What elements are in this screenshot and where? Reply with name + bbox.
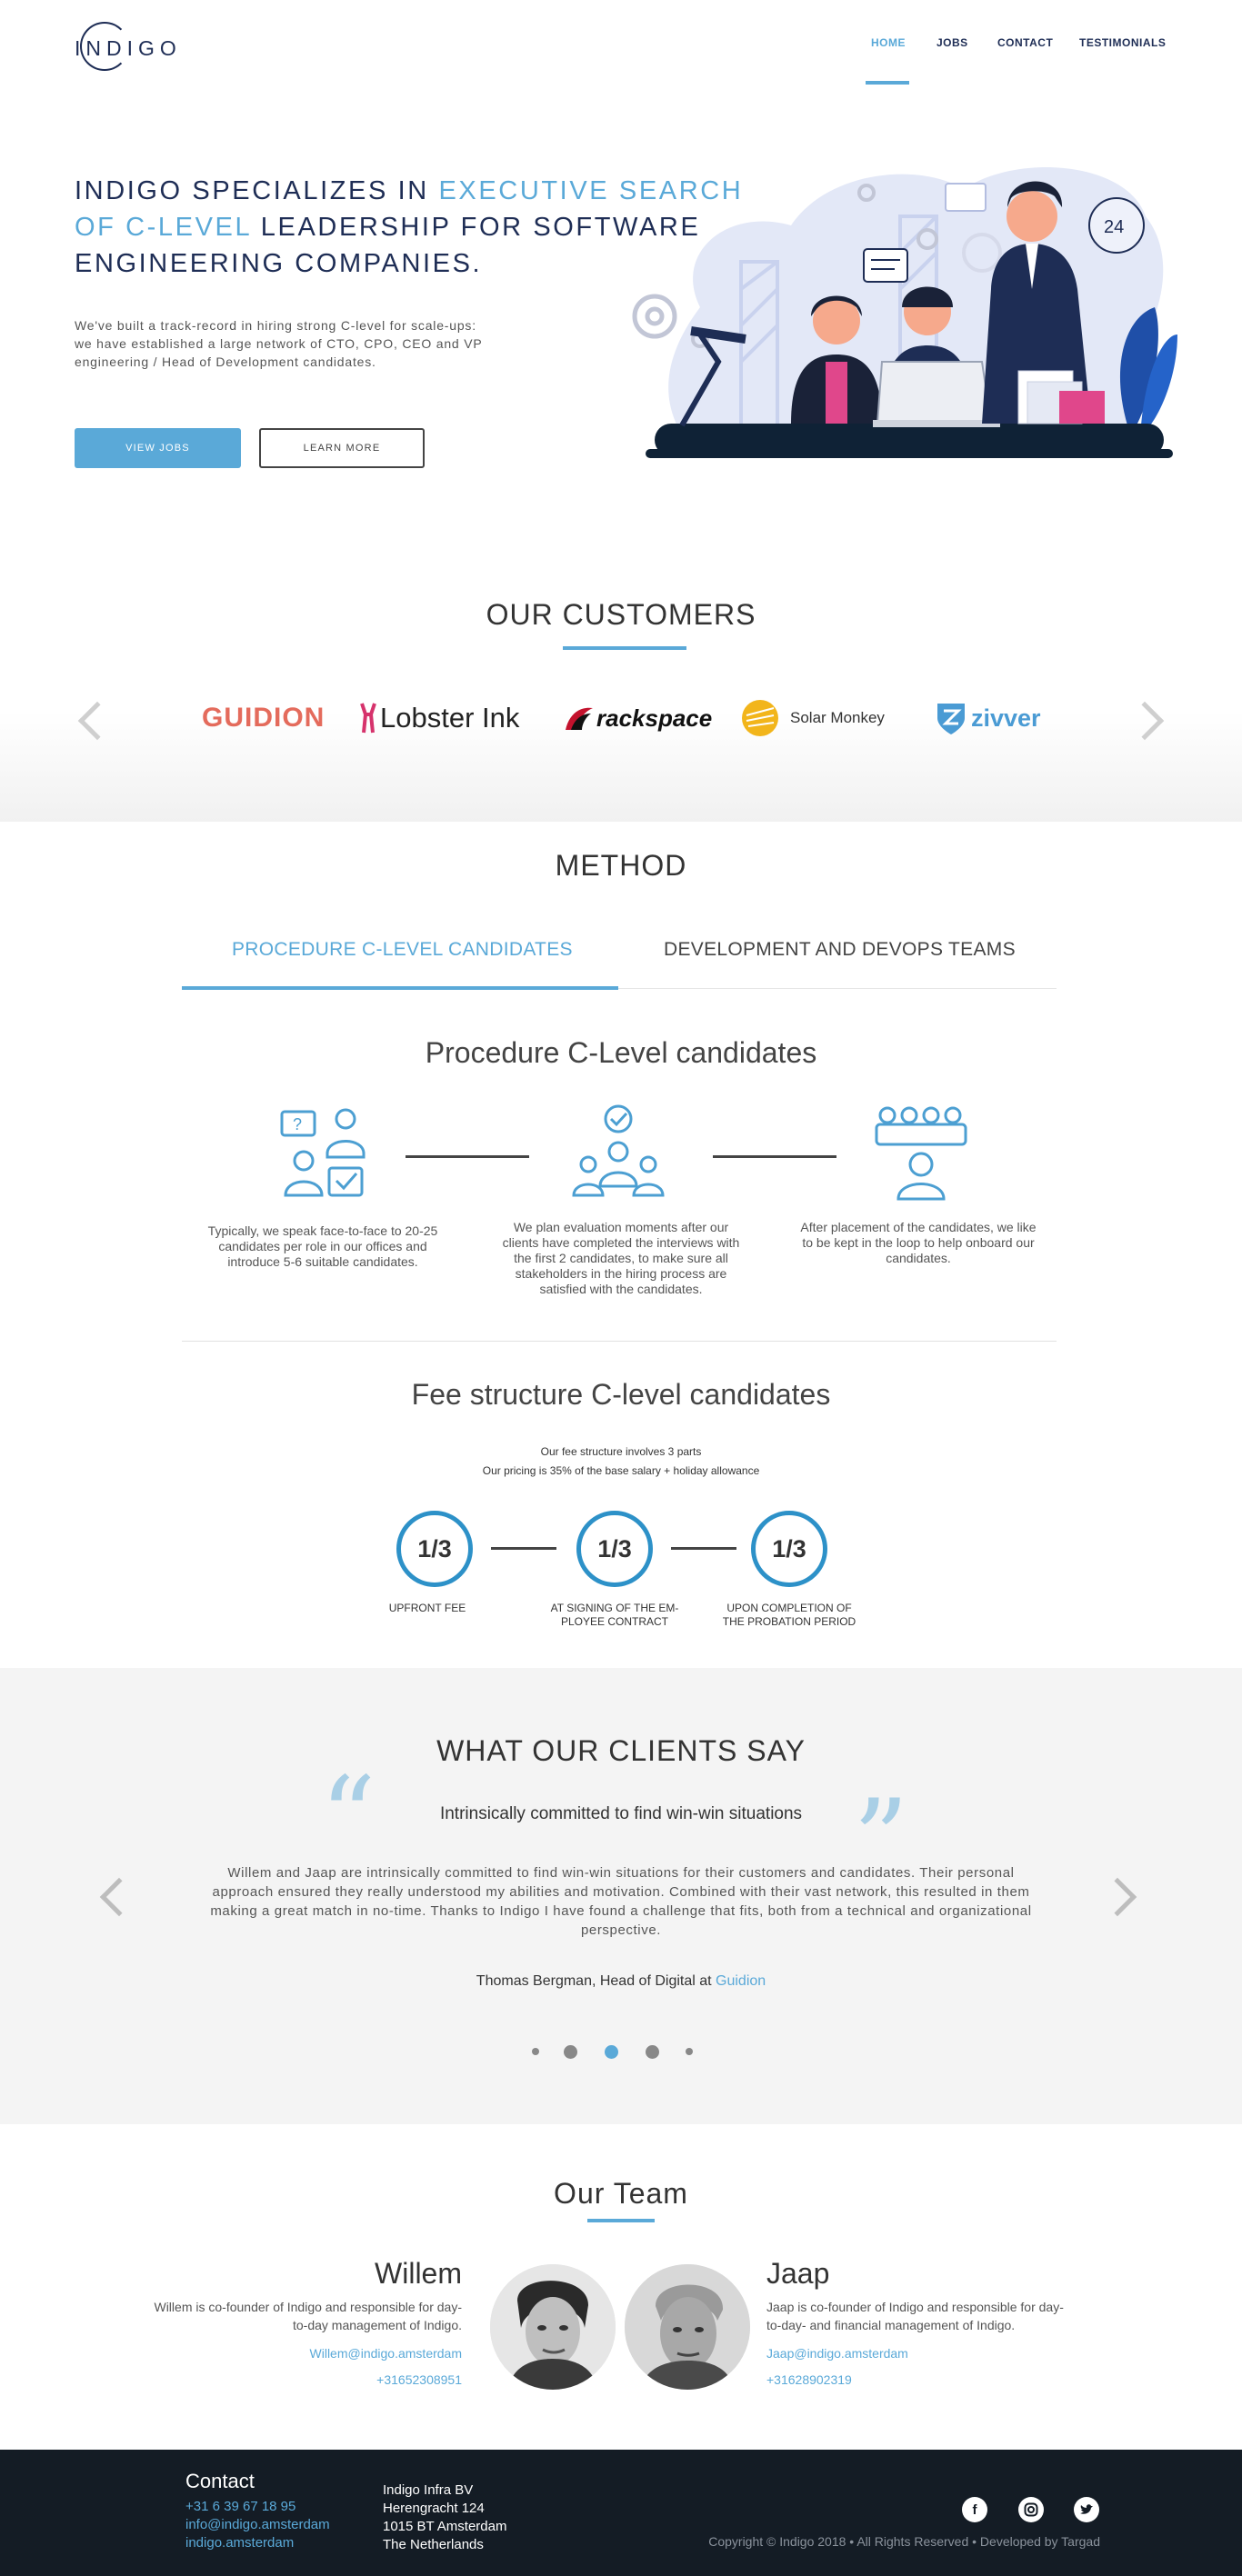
method-title: METHOD xyxy=(555,849,687,882)
fee-label-signing: AT SIGNING OF THE EM-PLOYEE CONTRACT xyxy=(550,1602,679,1628)
step-connector xyxy=(713,1155,836,1158)
nav-item-testimonials[interactable]: TESTIMONIALS xyxy=(1079,36,1166,49)
top-navigation: INDIGO HOME JOBS CONTACT TESTIMONIALS xyxy=(0,0,1242,91)
member-email-jaap[interactable]: Jaap@indigo.amsterdam xyxy=(766,2346,908,2361)
footer-address-line: Indigo Infra BV xyxy=(383,2482,474,2498)
carousel-dot[interactable] xyxy=(564,2045,577,2059)
solar-monkey-icon xyxy=(742,700,778,736)
team-title-bar xyxy=(587,2219,655,2222)
fee-intro-line-1: Our fee structure involves 3 parts xyxy=(540,1445,702,1458)
nav-active-indicator xyxy=(866,81,909,85)
facebook-icon[interactable]: f xyxy=(962,2497,987,2522)
zivver-logo-text: zivver xyxy=(971,704,1041,732)
footer-phone-link[interactable]: +31 6 39 67 18 95 xyxy=(185,2499,295,2514)
carousel-dot[interactable] xyxy=(686,2048,693,2055)
lobster-ink-logo-text: Lobster Ink xyxy=(380,702,520,734)
rackspace-logo-text: rackspace xyxy=(596,704,713,732)
instagram-icon[interactable] xyxy=(1018,2497,1044,2522)
team-title: Our Team xyxy=(554,2177,688,2210)
avatar-jaap xyxy=(625,2264,750,2390)
testimonial-author-name: Thomas Bergman, Head of Digital at xyxy=(476,1973,716,1989)
hero-illustration: 24 xyxy=(632,167,1177,458)
fee-circle-upfront: 1/3 xyxy=(396,1511,473,1587)
nav-item-home[interactable]: HOME xyxy=(871,36,906,49)
member-bio-willem: Willem is co-founder of Indigo and respo… xyxy=(154,2300,462,2332)
customer-logo-lobster-ink[interactable]: Lobster Ink xyxy=(358,700,519,736)
testimonial-company-link[interactable]: Guidion xyxy=(716,1973,766,1989)
customer-logo-guidion[interactable]: GUIDION xyxy=(202,700,325,736)
hero-description: We've built a track-record in hiring str… xyxy=(75,318,483,369)
tab-procedure-c-level[interactable]: PROCEDURE C-LEVEL CANDIDATES xyxy=(232,939,573,961)
guidion-logo-text: GUIDION xyxy=(202,703,326,733)
step-1-text: Typically, we speak face-to-face to 20-2… xyxy=(207,1223,438,1269)
hero-title-part1: INDIGO SPECIALIZES IN xyxy=(75,176,439,205)
tab-active-indicator xyxy=(182,986,618,990)
fee-circle-probation: 1/3 xyxy=(751,1511,827,1587)
fee-circle-signing: 1/3 xyxy=(576,1511,653,1587)
customer-logo-rackspace[interactable]: rackspace xyxy=(564,700,712,736)
lobster-icon xyxy=(360,703,376,734)
member-bio-jaap: Jaap is co-founder of Indigo and respons… xyxy=(766,2300,1064,2332)
testimonial-author: Thomas Bergman, Head of Digital at Guidi… xyxy=(0,1973,1242,1990)
indigo-logo[interactable]: INDIGO xyxy=(75,20,176,71)
solar-monkey-logo-text: Solar Monkey xyxy=(790,709,885,726)
nav-item-contact[interactable]: CONTACT xyxy=(997,36,1053,49)
step-connector xyxy=(406,1155,529,1158)
testimonials-title: WHAT OUR CLIENTS SAY xyxy=(436,1734,806,1767)
carousel-dot-active[interactable] xyxy=(605,2045,618,2059)
willem-portrait xyxy=(490,2264,616,2390)
support-24-badge: 24 xyxy=(1104,217,1124,237)
copyright-text: Copyright © Indigo 2018 • All Rights Res… xyxy=(708,2534,1100,2549)
evaluation-team-icon xyxy=(572,1104,665,1197)
fee-intro-line-2: Our pricing is 35% of the base salary + … xyxy=(482,1464,760,1477)
twitter-icon[interactable] xyxy=(1074,2497,1099,2522)
member-name-willem: Willem xyxy=(375,2257,462,2290)
jaap-portrait xyxy=(625,2264,750,2390)
rackspace-icon xyxy=(566,707,593,730)
interview-icon: ? xyxy=(280,1108,366,1197)
view-jobs-button[interactable]: VIEW JOBS xyxy=(75,428,241,468)
footer-address-line: The Netherlands xyxy=(383,2537,484,2552)
fee-connector xyxy=(671,1547,736,1550)
member-name-jaap: Jaap xyxy=(766,2257,830,2290)
member-phone-willem[interactable]: +31652308951 xyxy=(236,2372,462,2387)
onboarding-team-icon xyxy=(875,1106,967,1201)
customers-title: OUR CUSTOMERS xyxy=(486,598,756,631)
logo-text: INDIGO xyxy=(75,36,182,60)
svg-text:?: ? xyxy=(293,1115,302,1133)
customer-logo-zivver[interactable]: zivver xyxy=(936,700,1041,736)
nav-item-jobs[interactable]: JOBS xyxy=(937,36,968,49)
footer-address-line: Herengracht 124 xyxy=(383,2501,485,2516)
customers-section: OUR CUSTOMERS xyxy=(0,545,1242,822)
avatar-willem xyxy=(490,2264,616,2390)
procedure-title: Procedure C-Level candidates xyxy=(425,1036,817,1069)
tab-development-devops[interactable]: DEVELOPMENT AND DEVOPS TEAMS xyxy=(664,939,1016,961)
testimonial-body: Willem and Jaap are intrinsically commit… xyxy=(210,1865,1032,1938)
customer-logo-solar-monkey[interactable]: Solar Monkey xyxy=(741,700,885,736)
gear-icon xyxy=(632,294,677,339)
step-2-text: We plan evaluation moments after our cli… xyxy=(502,1220,740,1296)
footer-address-line: 1015 BT Amsterdam xyxy=(383,2519,507,2534)
member-phone-jaap[interactable]: +31628902319 xyxy=(766,2372,852,2387)
step-3-text: After placement of the candidates, we li… xyxy=(800,1220,1037,1265)
customers-title-bar xyxy=(563,646,686,650)
fee-structure-title: Fee structure C-level candidates xyxy=(411,1378,831,1411)
learn-more-button[interactable]: LEARN MORE xyxy=(259,428,425,468)
fee-label-probation: UPON COMPLETION OF THE PROBATION PERIOD xyxy=(722,1602,856,1628)
method-divider xyxy=(182,1341,1057,1342)
member-email-willem[interactable]: Willem@indigo.amsterdam xyxy=(236,2346,462,2361)
testimonial-headline: Intrinsically committed to find win-win … xyxy=(439,1804,803,1823)
footer-website-link[interactable]: indigo.amsterdam xyxy=(185,2535,294,2551)
fee-connector xyxy=(491,1547,556,1550)
carousel-dot[interactable] xyxy=(532,2048,539,2055)
footer-contact-title: Contact xyxy=(185,2470,255,2492)
zivver-shield-icon xyxy=(937,704,965,734)
footer-email-link[interactable]: info@indigo.amsterdam xyxy=(185,2517,330,2532)
fee-label-upfront: UPFRONT FEE xyxy=(388,1602,466,1614)
carousel-dot[interactable] xyxy=(646,2045,659,2059)
